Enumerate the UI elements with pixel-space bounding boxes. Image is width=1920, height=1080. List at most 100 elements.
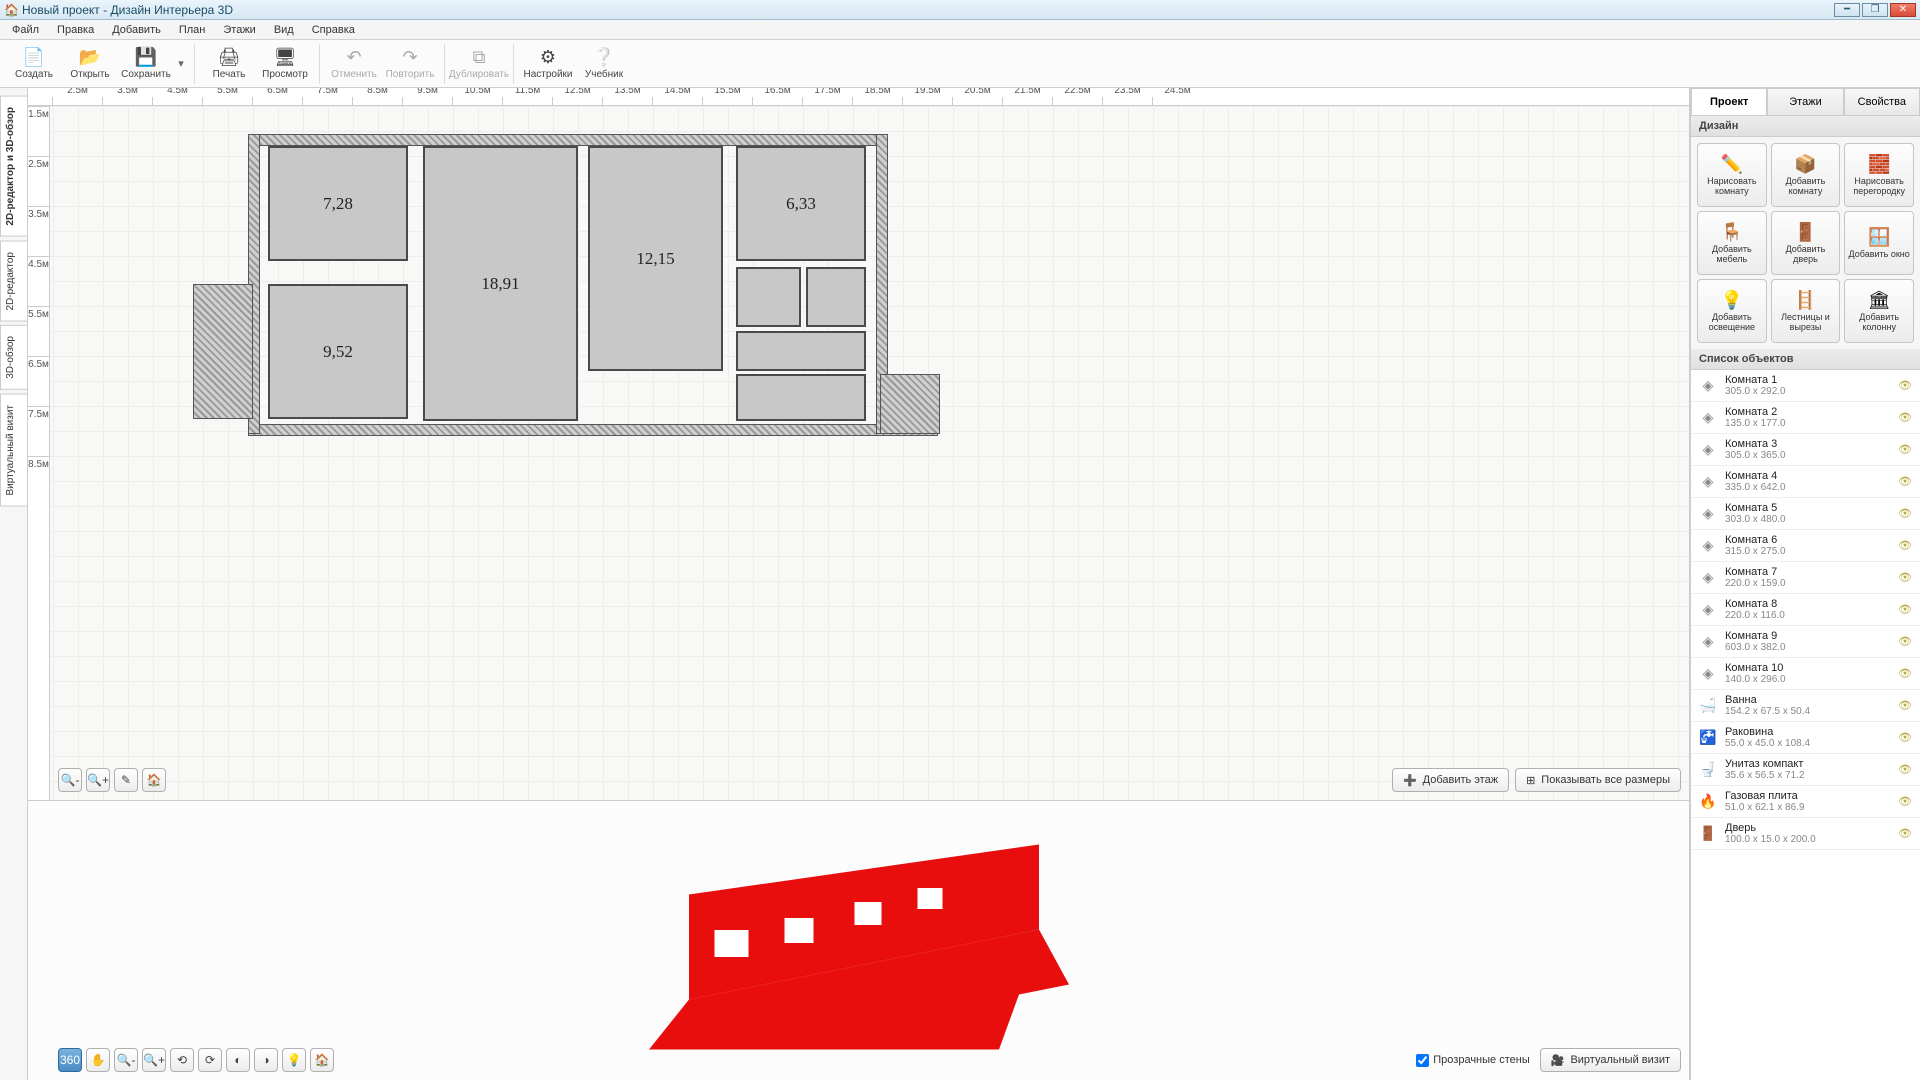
visibility-icon[interactable]: 👁 xyxy=(1898,667,1912,680)
visibility-icon[interactable]: 👁 xyxy=(1898,571,1912,584)
left-tab-3[interactable]: Виртуальный визит xyxy=(0,394,27,507)
save-dropdown-icon[interactable]: ▾ xyxy=(176,57,186,70)
menu-3[interactable]: План xyxy=(171,22,214,38)
menu-6[interactable]: Справка xyxy=(304,22,363,38)
menu-5[interactable]: Вид xyxy=(266,22,302,38)
visibility-icon[interactable]: 👁 xyxy=(1898,827,1912,840)
design-btn-3[interactable]: 🪑Добавить мебель xyxy=(1697,211,1767,275)
design-btn-5[interactable]: 🪟Добавить окно xyxy=(1844,211,1914,275)
design-btn-4[interactable]: 🚪Добавить дверь xyxy=(1771,211,1841,275)
design-btn-7[interactable]: 🪜Лестницы и вырезы xyxy=(1771,279,1841,343)
toolbar-settings-button[interactable]: ⚙Настройки xyxy=(522,42,574,86)
design-btn-8[interactable]: 🏛Добавить колонну xyxy=(1844,279,1914,343)
object-row-3[interactable]: ◈Комната 4335.0 x 642.0👁 xyxy=(1691,466,1920,498)
visibility-icon[interactable]: 👁 xyxy=(1898,731,1912,744)
object-row-12[interactable]: 🚽Унитаз компакт35.6 x 56.5 x 71.2👁 xyxy=(1691,754,1920,786)
visibility-icon[interactable]: 👁 xyxy=(1898,475,1912,488)
view-3d[interactable]: 360 ✋ 🔍- 🔍+ ⟲ ⟳ ◐ ◑ 💡 🏠 Прозрачные стены… xyxy=(28,800,1689,1080)
object-row-13[interactable]: 🔥Газовая плита51.0 x 62.1 x 86.9👁 xyxy=(1691,786,1920,818)
object-name: Комната 4 xyxy=(1725,470,1890,482)
window-title: Новый проект - Дизайн Интерьера 3D xyxy=(22,3,1834,17)
left-tab-1[interactable]: 2D-редактор xyxy=(0,241,27,322)
room-3[interactable]: 12,15 xyxy=(588,146,723,371)
visibility-icon[interactable]: 👁 xyxy=(1898,379,1912,392)
visibility-icon[interactable]: 👁 xyxy=(1898,411,1912,424)
minimize-button[interactable]: ━ xyxy=(1834,3,1860,17)
right-tab-2[interactable]: Свойства xyxy=(1844,88,1920,115)
zoom-out-3d-icon[interactable]: 🔍- xyxy=(114,1048,138,1072)
tilt-right-icon[interactable]: ⟳ xyxy=(198,1048,222,1072)
object-row-14[interactable]: 🚪Дверь100.0 x 15.0 x 200.0👁 xyxy=(1691,818,1920,850)
object-row-11[interactable]: 🚰Раковина55.0 x 45.0 x 108.4👁 xyxy=(1691,722,1920,754)
tilt-left-icon[interactable]: ⟲ xyxy=(170,1048,194,1072)
virtual-visit-button[interactable]: 🎥Виртуальный визит xyxy=(1540,1048,1681,1072)
toolbar-open-button[interactable]: 📂Открыть xyxy=(64,42,116,86)
visibility-icon[interactable]: 👁 xyxy=(1898,763,1912,776)
left-tab-2[interactable]: 3D-обзор xyxy=(0,325,27,390)
menu-2[interactable]: Добавить xyxy=(104,22,169,38)
maximize-button[interactable]: ❐ xyxy=(1862,3,1888,17)
light-icon[interactable]: 💡 xyxy=(282,1048,306,1072)
transparent-walls-checkbox[interactable]: Прозрачные стены xyxy=(1416,1054,1529,1067)
object-row-0[interactable]: ◈Комната 1305.0 x 292.0👁 xyxy=(1691,370,1920,402)
transparent-walls-input[interactable] xyxy=(1416,1054,1429,1067)
object-row-8[interactable]: ◈Комната 9603.0 x 382.0👁 xyxy=(1691,626,1920,658)
object-row-5[interactable]: ◈Комната 6315.0 x 275.0👁 xyxy=(1691,530,1920,562)
room-2[interactable]: 18,91 xyxy=(423,146,578,421)
rotate360-icon[interactable]: 360 xyxy=(58,1048,82,1072)
close-button[interactable]: ✕ xyxy=(1890,3,1916,17)
visibility-icon[interactable]: 👁 xyxy=(1898,443,1912,456)
room-7[interactable] xyxy=(736,331,866,371)
edit-icon[interactable]: ✎ xyxy=(114,768,138,792)
room-8[interactable] xyxy=(736,374,866,421)
object-row-7[interactable]: ◈Комната 8220.0 x 116.0👁 xyxy=(1691,594,1920,626)
design-btn-1[interactable]: 📦Добавить комнату xyxy=(1771,143,1841,207)
object-row-2[interactable]: ◈Комната 3305.0 x 365.0👁 xyxy=(1691,434,1920,466)
design-btn-0[interactable]: ✏️Нарисовать комнату xyxy=(1697,143,1767,207)
room-5[interactable] xyxy=(736,267,801,327)
visibility-icon[interactable]: 👁 xyxy=(1898,603,1912,616)
object-row-4[interactable]: ◈Комната 5303.0 x 480.0👁 xyxy=(1691,498,1920,530)
room-0[interactable]: 7,28 xyxy=(268,146,408,261)
visibility-icon[interactable]: 👁 xyxy=(1898,795,1912,808)
object-row-9[interactable]: ◈Комната 10140.0 x 296.0👁 xyxy=(1691,658,1920,690)
design-btn-2[interactable]: 🧱Нарисовать перегородку xyxy=(1844,143,1914,207)
object-dim: 154.2 x 67.5 x 50.4 xyxy=(1725,706,1890,717)
room-4[interactable]: 6,33 xyxy=(736,146,866,261)
orbit-left-icon[interactable]: ◐ xyxy=(226,1048,250,1072)
show-dimensions-button[interactable]: ⊞Показывать все размеры xyxy=(1515,768,1681,792)
pan-icon[interactable]: ✋ xyxy=(86,1048,110,1072)
home-icon[interactable]: 🏠 xyxy=(142,768,166,792)
room-1[interactable]: 9,52 xyxy=(268,284,408,419)
object-row-1[interactable]: ◈Комната 2135.0 x 177.0👁 xyxy=(1691,402,1920,434)
menu-4[interactable]: Этажи xyxy=(215,22,263,38)
visibility-icon[interactable]: 👁 xyxy=(1898,635,1912,648)
floorplan[interactable]: 7,28 9,5218,9112,156,33 xyxy=(258,124,938,454)
left-tab-0[interactable]: 2D-редактор и 3D-обзор xyxy=(0,96,27,237)
ruler-tick-v: 2.5м xyxy=(28,156,49,206)
visibility-icon[interactable]: 👁 xyxy=(1898,699,1912,712)
toolbar-print-button[interactable]: 🖨Печать xyxy=(203,42,255,86)
toolbar-create-button[interactable]: 📄Создать xyxy=(8,42,60,86)
design-btn-6[interactable]: 💡Добавить освещение xyxy=(1697,279,1767,343)
right-tab-0[interactable]: Проект xyxy=(1691,88,1767,115)
zoom-in-3d-icon[interactable]: 🔍+ xyxy=(142,1048,166,1072)
home-3d-icon[interactable]: 🏠 xyxy=(310,1048,334,1072)
toolbar-tutorial-button[interactable]: ❔Учебник xyxy=(578,42,630,86)
toolbar-save-button[interactable]: 💾Сохранить xyxy=(120,42,172,86)
visibility-icon[interactable]: 👁 xyxy=(1898,507,1912,520)
object-row-6[interactable]: ◈Комната 7220.0 x 159.0👁 xyxy=(1691,562,1920,594)
object-row-10[interactable]: 🛁Ванна154.2 x 67.5 x 50.4👁 xyxy=(1691,690,1920,722)
room-6[interactable] xyxy=(806,267,866,327)
plan-2d-view[interactable]: 1.5м2.5м3.5м4.5м5.5м6.5м7.5м8.5м 7,289,5… xyxy=(28,106,1689,800)
visibility-icon[interactable]: 👁 xyxy=(1898,539,1912,552)
zoom-in-icon[interactable]: 🔍+ xyxy=(86,768,110,792)
menu-1[interactable]: Правка xyxy=(49,22,102,38)
object-list[interactable]: ◈Комната 1305.0 x 292.0👁◈Комната 2135.0 … xyxy=(1691,370,1920,1080)
orbit-right-icon[interactable]: ◑ xyxy=(254,1048,278,1072)
menu-0[interactable]: Файл xyxy=(4,22,47,38)
toolbar-preview-button[interactable]: 🖥Просмотр xyxy=(259,42,311,86)
right-tab-1[interactable]: Этажи xyxy=(1767,88,1843,115)
zoom-out-icon[interactable]: 🔍- xyxy=(58,768,82,792)
add-floor-button[interactable]: ➕Добавить этаж xyxy=(1392,768,1509,792)
